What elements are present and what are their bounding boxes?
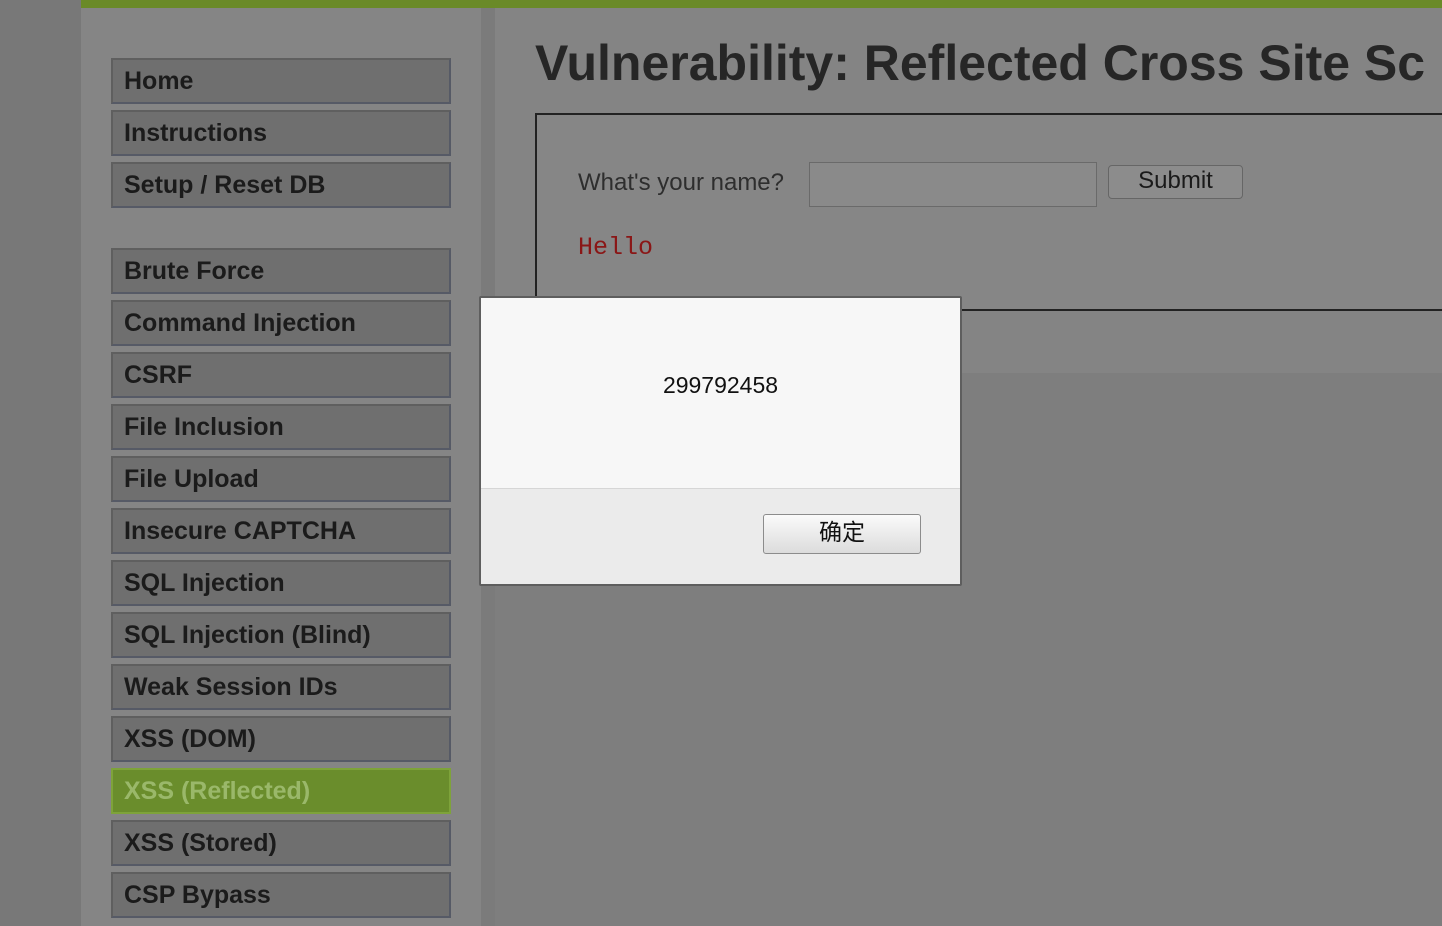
name-input[interactable] xyxy=(809,162,1097,207)
left-gutter xyxy=(0,0,81,926)
sidebar-item-sql-injection-blind[interactable]: SQL Injection (Blind) xyxy=(111,612,451,658)
sidebar-item-xss-reflected[interactable]: XSS (Reflected) xyxy=(111,768,451,814)
sidebar-item-home[interactable]: Home xyxy=(111,58,451,104)
alert-message: 299792458 xyxy=(662,372,779,398)
sidebar-item-brute-force[interactable]: Brute Force xyxy=(111,248,451,294)
hello-output: Hello xyxy=(578,233,654,262)
sidebar-item-file-upload[interactable]: File Upload xyxy=(111,456,451,502)
alert-footer: 确定 xyxy=(481,488,960,584)
sidebar-item-file-inclusion[interactable]: File Inclusion xyxy=(111,404,451,450)
sidebar-item-xss-dom[interactable]: XSS (DOM) xyxy=(111,716,451,762)
sidebar-item-command-injection[interactable]: Command Injection xyxy=(111,300,451,346)
sidebar-item-sql-injection[interactable]: SQL Injection xyxy=(111,560,451,606)
sidebar-item-csrf[interactable]: CSRF xyxy=(111,352,451,398)
sidebar-item-instructions[interactable]: Instructions xyxy=(111,110,451,156)
top-accent-stripe xyxy=(81,0,1442,8)
sidebar-item-setup-reset-db[interactable]: Setup / Reset DB xyxy=(111,162,451,208)
name-question-label: What's your name? xyxy=(578,169,785,196)
alert-dialog: 299792458 确定 xyxy=(479,296,962,586)
sidebar-item-insecure-captcha[interactable]: Insecure CAPTCHA xyxy=(111,508,451,554)
sidebar-item-weak-session-ids[interactable]: Weak Session IDs xyxy=(111,664,451,710)
sidebar-item-xss-stored[interactable]: XSS (Stored) xyxy=(111,820,451,866)
vulnerable-code-area xyxy=(535,113,1442,311)
alert-ok-button[interactable]: 确定 xyxy=(763,514,921,554)
page-title: Vulnerability: Reflected Cross Site Sc xyxy=(535,35,1426,91)
submit-button[interactable]: Submit xyxy=(1108,165,1243,199)
sidebar-item-csp-bypass[interactable]: CSP Bypass xyxy=(111,872,451,918)
